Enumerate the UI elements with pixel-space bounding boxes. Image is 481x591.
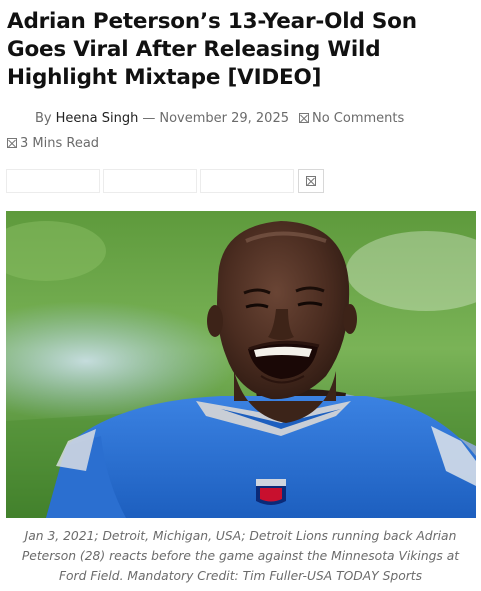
read-time-label: 3 Mins Read — [20, 135, 100, 151]
article-meta: By Heena Singh — November 29, 2025 No Co… — [10, 108, 404, 128]
article-page: Adrian Peterson’s 13-Year-Old Son Goes V… — [0, 0, 481, 591]
byline-prefix: By — [35, 110, 52, 126]
image-caption: Jan 3, 2021; Detroit, Michigan, USA; Det… — [21, 529, 460, 583]
comments-link[interactable]: No Comments — [299, 111, 404, 126]
author-avatar — [10, 109, 28, 127]
share-more-button[interactable] — [298, 169, 324, 193]
comments-label: No Comments — [312, 110, 405, 126]
publish-date: November 29, 2025 — [159, 110, 289, 126]
read-time: 3 Mins Read — [7, 134, 99, 152]
featured-image — [6, 211, 476, 518]
share-button-1[interactable] — [6, 169, 100, 193]
clock-icon — [7, 138, 17, 148]
author-link[interactable]: Heena Singh — [56, 111, 139, 126]
article-title: Adrian Peterson’s 13-Year-Old Son Goes V… — [7, 9, 417, 90]
share-button-3[interactable] — [200, 169, 294, 193]
comment-icon — [299, 113, 309, 123]
share-button-2[interactable] — [103, 169, 197, 193]
meta-separator: — — [142, 110, 156, 126]
share-icon — [306, 176, 316, 186]
